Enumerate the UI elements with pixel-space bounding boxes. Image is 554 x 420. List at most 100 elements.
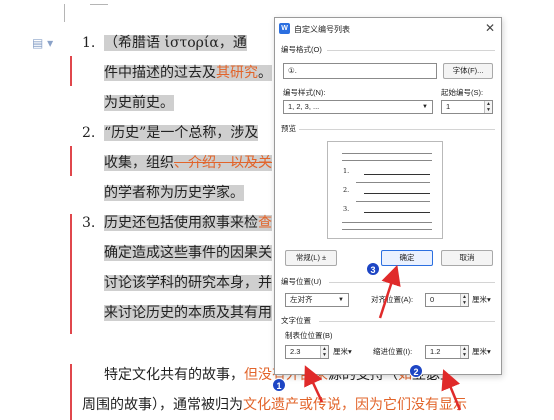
number-style-value: 1, 2, 3, ... [288, 102, 320, 111]
aligned-at-stepper[interactable]: 0 ▲ ▼ [425, 293, 469, 307]
number-style-label: 编号样式(N): [283, 88, 326, 97]
inserted-text: 查 [258, 215, 272, 231]
indent-stepper[interactable]: 1.2 ▲ ▼ [425, 345, 469, 359]
document-line[interactable]: “历史”是一个总称，涉及 [104, 120, 259, 146]
preview-line [342, 153, 432, 154]
preview-section-label: 预览 [281, 124, 296, 133]
start-at-stepper[interactable]: 1 ▲ ▼ [441, 100, 493, 114]
paragraph-options-icon[interactable]: ▤ ▾ [32, 36, 53, 50]
section-divider [329, 282, 495, 283]
start-at-label: 起始编号(S): [441, 88, 484, 97]
preview-line [342, 229, 432, 230]
text-position-section-label: 文字位置 [281, 316, 311, 325]
tab-position-unit[interactable]: 厘米▾ [333, 347, 352, 357]
deleted-text: 、介绍，以及关 [174, 155, 272, 171]
stepper-arrows-icon[interactable]: ▲ ▼ [460, 294, 468, 306]
number-format-section-label: 编号格式(O) [281, 45, 322, 54]
text-run: 历史还包括使用叙事来检 [104, 215, 258, 231]
text-run: 为史前史。 [104, 95, 174, 111]
text-run: ，通 [218, 35, 247, 51]
document-line[interactable]: （希腊语 ἱστορία，通 [104, 30, 247, 56]
cancel-button[interactable]: 取消 [441, 250, 493, 266]
document-line[interactable]: 来讨论历史的本质及其有用 [104, 300, 272, 326]
text-run: （希腊语 [104, 35, 165, 51]
document-line[interactable]: 收集，组织、介绍，以及关 [104, 150, 272, 176]
document-line[interactable]: 讨论该学科的研究本身，并 [104, 270, 272, 296]
page-corner-mark-horizontal [90, 4, 108, 5]
font-button[interactable]: 字体(F)... [443, 63, 493, 79]
aligned-at-label: 对齐位置(A): [371, 295, 414, 304]
preview-pane: 1. 2. 3. [327, 141, 443, 239]
indent-value: 1.2 [430, 347, 441, 356]
revision-bar [70, 364, 72, 420]
text-run: 特定文化共有的故事， [104, 367, 244, 383]
revision-bar [70, 146, 72, 176]
preview-number: 1. [343, 167, 350, 175]
aligned-at-value: 0 [430, 295, 435, 304]
preview-line [356, 182, 430, 183]
page-corner-mark-vertical [64, 4, 65, 22]
alignment-value: 左对齐 [290, 295, 313, 304]
stepper-arrows-icon[interactable]: ▲ ▼ [460, 346, 468, 358]
section-divider [299, 129, 495, 130]
annotation-badge-3: 3 [366, 262, 380, 276]
wps-app-icon: W [279, 23, 290, 34]
document-line[interactable]: 周围的故事），通常被归为文化遗产或传说，因为它们没有显示 [82, 392, 467, 418]
annotation-badge-2: 2 [409, 364, 423, 378]
list-number: 1. [82, 35, 96, 51]
section-divider [327, 50, 495, 51]
preview-line [364, 193, 430, 194]
number-format-input[interactable]: ①. [283, 63, 437, 79]
revision-bar [70, 56, 72, 86]
text-run: 确定造成这些事件的因果关 [104, 245, 272, 261]
preview-number: 2. [343, 186, 350, 194]
close-icon[interactable]: ✕ [485, 21, 495, 35]
text-run: ἱστορία [164, 35, 219, 51]
document-line[interactable]: 确定造成这些事件的因果关 [104, 240, 272, 266]
section-divider [319, 321, 495, 322]
list-number: 3. [82, 215, 96, 231]
preview-number: 3. [343, 205, 350, 213]
inserted-text: 其研究 [216, 65, 258, 81]
stepper-arrows-icon[interactable]: ▲ ▼ [484, 101, 492, 113]
document-line[interactable]: 的学者称为历史学家。 [104, 180, 244, 206]
indent-label: 缩进位置(I): [373, 347, 413, 356]
tab-position-label: 制表位位置(B) [285, 331, 333, 340]
text-run: “历史”是一个总称，涉及 [104, 125, 259, 141]
preview-line [342, 222, 432, 223]
indent-unit[interactable]: 厘米▾ [472, 347, 491, 357]
normal-button[interactable]: 常规(L) ± [285, 250, 337, 266]
aligned-at-unit[interactable]: 厘米▾ [472, 295, 491, 305]
text-run: 周围的故事），通常被归为 [82, 397, 243, 413]
alignment-select[interactable]: 左对齐 ▼ [285, 293, 349, 307]
revision-bar [70, 214, 72, 334]
inserted-text: 文化遗产或传说，因为它们没有显示 [243, 397, 467, 413]
text-run: 来讨论历史的本质及其有用 [104, 305, 272, 321]
preview-line [364, 174, 430, 175]
text-run: 。 [258, 65, 272, 81]
text-run: 收集，组织 [104, 155, 174, 171]
number-position-section-label: 编号位置(U) [281, 277, 322, 286]
dialog-title: 自定义编号列表 [294, 25, 350, 34]
document-line[interactable]: 历史还包括使用叙事来检查 [104, 210, 272, 236]
document-line[interactable]: 件中描述的过去及其研究。 [104, 60, 272, 86]
stepper-arrows-icon[interactable]: ▲ ▼ [320, 346, 328, 358]
start-at-value: 1 [446, 102, 451, 111]
number-style-select[interactable]: 1, 2, 3, ... ▼ [283, 100, 433, 114]
document-line[interactable]: 为史前史。 [104, 90, 174, 116]
ok-button[interactable]: 确定 [381, 250, 433, 266]
text-run: 的学者称为历史学家。 [104, 185, 244, 201]
chevron-down-icon: ▼ [338, 297, 344, 303]
tab-position-value: 2.3 [290, 347, 301, 356]
preview-line [356, 201, 430, 202]
tab-position-stepper[interactable]: 2.3 ▲ ▼ [285, 345, 329, 359]
custom-numbered-list-dialog: W 自定义编号列表 ✕ 编号格式(O) ①. 字体(F)... 编号样式(N):… [274, 17, 502, 375]
chevron-down-icon: ▼ [422, 104, 428, 110]
annotation-badge-1: 1 [272, 378, 286, 392]
text-run: 件中描述的过去及 [104, 65, 216, 81]
text-run: 讨论该学科的研究本身，并 [104, 275, 272, 291]
preview-line [342, 160, 432, 161]
dialog-titlebar[interactable]: W 自定义编号列表 ✕ [275, 18, 501, 40]
list-number: 2. [82, 125, 96, 141]
preview-line [364, 212, 430, 213]
